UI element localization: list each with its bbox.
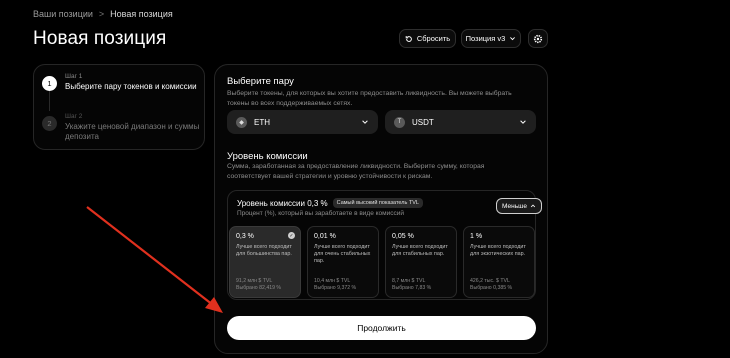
fee-tier-stats: 426,2 тыс. $ TVL Выбрано 0,385 % [470,278,512,292]
fee-title: Уровень комиссии [227,151,308,162]
check-icon: ✓ [288,232,295,239]
less-button[interactable]: Меньше [496,198,542,214]
fee-tier-desc: Лучше всего подходит для экзотических па… [470,244,526,257]
settings-button[interactable] [528,29,548,48]
reset-button[interactable]: Сбросить [399,29,456,48]
step-2-tag: Шаг 2 [65,113,83,120]
breadcrumb: Ваши позиции > Новая позиция [33,9,173,19]
step-1-tag: Шаг 1 [65,73,83,80]
fee-tier-chosen: Выбрано 7,83 % [392,285,432,291]
token-a-select[interactable]: ◆ ETH [227,110,378,134]
tvl-badge: Самый высокий показатель TVL [332,198,423,208]
page-title: Новая позиция [33,28,167,49]
step-1[interactable]: 1 Шаг 1 Выберите пару токенов и комиссии [42,73,197,92]
fee-description: Сумма, заработанная за предоставление ли… [227,163,485,180]
fee-tier-card-0-05[interactable]: 0,05 % Лучше всего подходит для стабильн… [385,226,457,298]
continue-button[interactable]: Продолжить [227,316,536,340]
fee-tier-tvl: 10,4 млн $ TVL [314,278,351,284]
fee-tier-pct: 1 % [470,233,483,240]
step-2-text: Укажите ценовой диапазон и суммы депозит… [65,122,200,141]
steps-panel: 1 Шаг 1 Выберите пару токенов и комиссии… [33,64,205,150]
fee-tier-pct: 0,3 % [236,233,254,240]
eth-icon: ◆ [236,116,247,128]
step-2: 2 Шаг 2 Укажите ценовой диапазон и суммы… [42,113,204,142]
reset-button-label: Сбросить [416,34,451,43]
fee-tier-chosen: Выбрано 0,385 % [470,285,513,291]
pair-description: Выберите токены, для которых вы хотите п… [227,90,512,107]
chevron-down-icon [510,37,516,41]
step-2-number: 2 [42,116,57,131]
fee-subtitle: Процент (%), который вы заработаете в ви… [237,210,405,217]
chevron-down-icon [362,120,368,124]
breadcrumb-separator: > [98,9,105,19]
token-b-select[interactable]: T USDT [385,110,536,134]
fee-tier-card-1[interactable]: 1 % Лучше всего подходит для экзотически… [463,226,535,298]
fee-tier-tvl: 8,7 млн $ TVL [392,278,426,284]
fee-tier-pct: 0,05 % [392,233,414,240]
step-1-number: 1 [42,76,57,91]
fee-tier-tvl: 91,2 млн $ TVL [236,278,273,284]
main-panel: Выберите пару Выберите токены, для котор… [214,64,548,354]
chevron-down-icon [520,120,526,124]
fee-selected-header: Уровень комиссии 0,3 % Самый высокий пок… [237,198,423,208]
fee-tier-chosen: Выбрано 82,419 % [236,285,282,291]
token-b-label: USDT [412,117,434,127]
breadcrumb-positions-link[interactable]: Ваши позиции [33,9,93,19]
fee-tier-desc: Лучше всего подходит для большинства пар… [236,244,292,257]
step-1-text: Выберите пару токенов и комиссии [65,82,197,91]
gear-icon [533,34,543,43]
breadcrumb-current: Новая позиция [110,9,173,19]
token-a-label: ETH [254,117,270,127]
fee-tier-card-0-01[interactable]: 0,01 % Лучше всего подходит для очень ст… [307,226,379,298]
version-label: Позиция v3 [465,34,506,43]
step-connector [49,91,50,111]
chevron-up-icon [530,204,536,208]
fee-tier-box: Уровень комиссии 0,3 % Самый высокий пок… [227,190,542,300]
fee-selected-label: Уровень комиссии 0,3 % [237,198,328,208]
fee-tier-chosen: Выбрано 9,372 % [314,285,357,291]
usdt-icon: T [394,116,405,128]
fee-tier-stats: 10,4 млн $ TVL Выбрано 9,372 % [314,278,356,292]
less-button-label: Меньше [502,202,527,210]
position-version-dropdown[interactable]: Позиция v3 [461,29,521,48]
reset-icon [405,35,412,42]
fee-tier-stats: 91,2 млн $ TVL Выбрано 82,419 % [236,278,281,292]
fee-tier-card-0-3[interactable]: 0,3 % ✓ Лучше всего подходит для большин… [229,226,301,298]
fee-tier-desc: Лучше всего подходит для очень стабильны… [314,244,371,264]
fee-tier-tvl: 426,2 тыс. $ TVL [470,278,510,284]
fee-tier-stats: 8,7 млн $ TVL Выбрано 7,83 % [392,278,431,292]
fee-tier-pct: 0,01 % [314,233,336,240]
fee-tier-desc: Лучше всего подходит для стабильных пар. [392,244,448,257]
pair-title: Выберите пару [227,76,294,87]
